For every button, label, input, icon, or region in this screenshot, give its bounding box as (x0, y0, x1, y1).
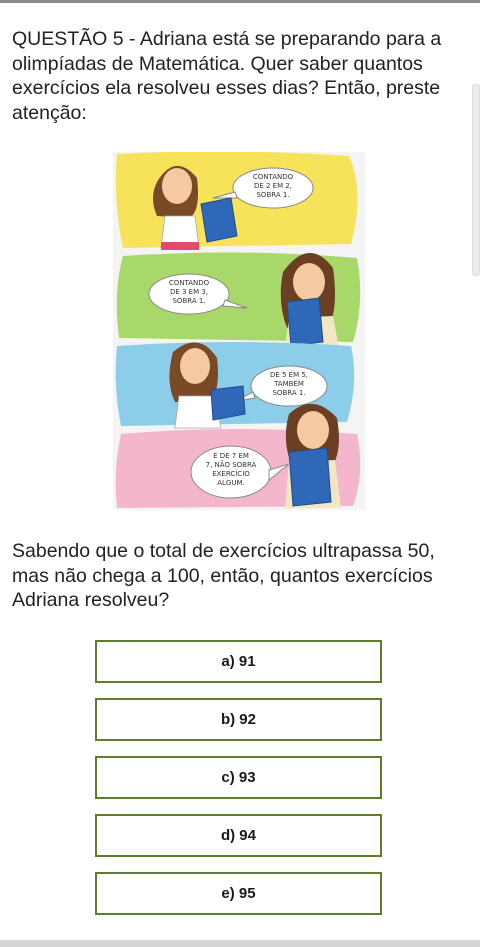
option-d-button[interactable]: d) 94 (95, 814, 382, 857)
comic-illustration: CONTANDO DE 2 EM 2, SOBRA 1. CONTANDO DE… (113, 152, 365, 510)
bubble-2-line-3: SOBRA 1. (172, 297, 205, 305)
option-b-button[interactable]: b) 92 (95, 698, 382, 741)
bubble-4-line-4: ALGUM. (217, 479, 245, 487)
question-text: QUESTÃO 5 - Adriana está se preparando p… (12, 28, 442, 124)
bubble-4-line-3: EXERCÍCIO (212, 469, 250, 478)
bubble-1-line-3: SOBRA 1. (256, 191, 289, 199)
bubble-2-line-1: CONTANDO (169, 279, 210, 287)
bubble-3-line-2: TAMBÉM (273, 379, 304, 388)
option-c-button[interactable]: c) 93 (95, 756, 382, 799)
option-e-button[interactable]: e) 95 (95, 872, 382, 915)
question-prompt: Sabendo que o total de exercícios ultrap… (12, 540, 435, 611)
comic-panel-2: CONTANDO DE 3 EM 3, SOBRA 1. (116, 252, 361, 348)
bubble-1-line-2: DE 2 EM 2, (254, 182, 292, 190)
scrollbar-thumb[interactable] (472, 84, 480, 276)
top-divider (0, 0, 480, 3)
bubble-4-line-1: E DE 7 EM (213, 452, 249, 460)
option-a-button[interactable]: a) 91 (95, 640, 382, 683)
bubble-2-line-2: DE 3 EM 3, (170, 288, 208, 296)
bubble-3-line-1: DE 5 EM 5, (270, 371, 308, 379)
bubble-3-line-3: SOBRA 1. (272, 389, 305, 397)
bottom-bar (0, 940, 480, 947)
bubble-1-line-1: CONTANDO (253, 173, 294, 181)
bubble-4-line-2: 7, NÃO SOBRA (206, 460, 257, 469)
comic-panel-1: CONTANDO DE 2 EM 2, SOBRA 1. (115, 152, 358, 250)
